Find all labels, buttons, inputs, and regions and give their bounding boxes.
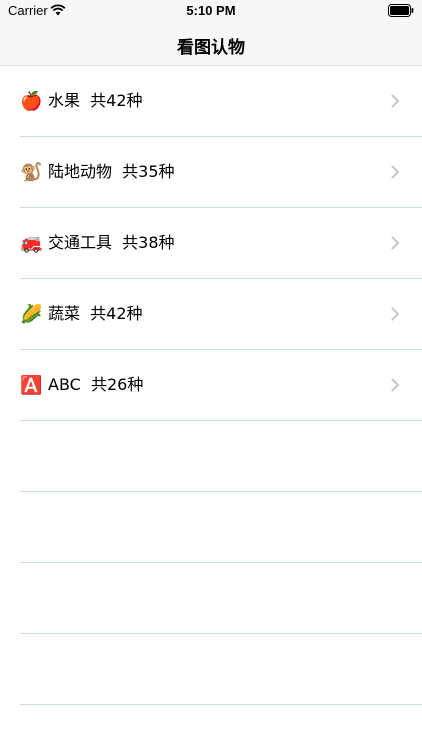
category-label: 蔬菜 共42种 (48, 304, 143, 323)
category-row-vegetables[interactable]: 🌽 蔬菜 共42种 (20, 279, 422, 350)
empty-row (20, 634, 422, 705)
empty-row (20, 563, 422, 634)
category-label: ABC 共26种 (48, 375, 144, 394)
monkey-icon: 🐒 (20, 162, 43, 183)
empty-row (20, 421, 422, 492)
category-label: 陆地动物 共35种 (48, 162, 175, 181)
clock-label: 5:10 PM (186, 3, 236, 18)
chevron-right-icon (391, 94, 399, 108)
category-label: 交通工具 共38种 (48, 233, 175, 252)
chevron-right-icon (391, 307, 399, 321)
abc-icon: 🅰️ (20, 375, 43, 396)
fire-truck-icon: 🚒 (20, 233, 43, 254)
status-bar: Carrier 5:10 PM (0, 0, 422, 22)
apple-icon: 🍎 (20, 91, 43, 112)
category-row-fruit[interactable]: 🍎 水果 共42种 (20, 66, 422, 137)
category-row-transport[interactable]: 🚒 交通工具 共38种 (20, 208, 422, 279)
empty-row (20, 492, 422, 563)
chevron-right-icon (391, 236, 399, 250)
category-list: 🍎 水果 共42种 🐒 陆地动物 共35种 🚒 交通工具 共38种 🌽 蔬菜 共… (0, 66, 422, 705)
page-title: 看图认物 (177, 38, 245, 58)
category-row-abc[interactable]: 🅰️ ABC 共26种 (20, 350, 422, 421)
navigation-bar: 看图认物 (0, 22, 422, 66)
chevron-right-icon (391, 165, 399, 179)
corn-icon: 🌽 (20, 304, 43, 325)
category-label: 水果 共42种 (48, 91, 143, 110)
battery-icon (388, 4, 414, 17)
chevron-right-icon (391, 378, 399, 392)
category-row-land-animals[interactable]: 🐒 陆地动物 共35种 (20, 137, 422, 208)
